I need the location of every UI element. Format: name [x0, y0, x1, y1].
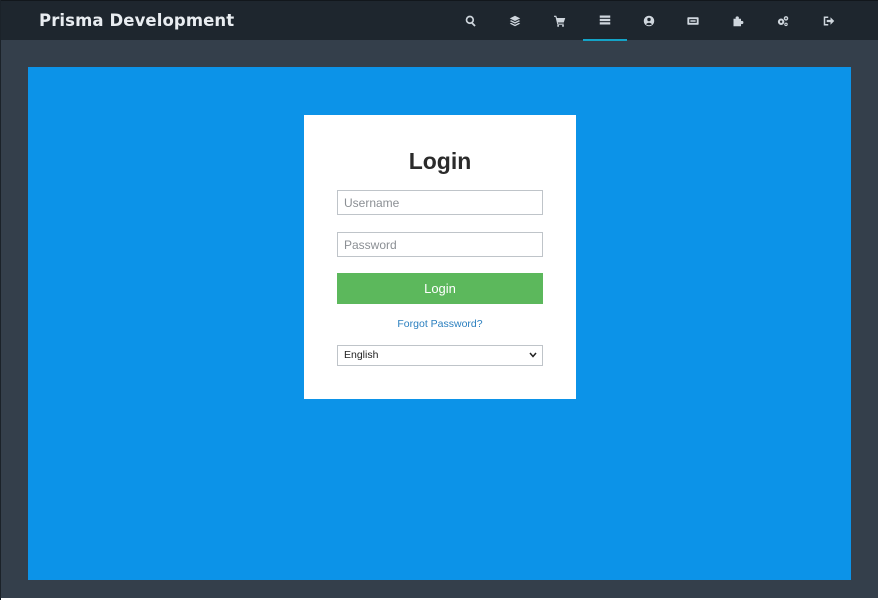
username-input[interactable]: [337, 190, 543, 215]
list-icon: [599, 15, 611, 25]
nav-logout[interactable]: [807, 1, 851, 41]
nav-tickets[interactable]: [671, 1, 715, 41]
nav-cart[interactable]: [538, 1, 582, 41]
gears-icon: [777, 16, 789, 27]
cart-icon: [554, 15, 566, 27]
nav-plugins[interactable]: [716, 1, 760, 41]
nav-list[interactable]: [583, 1, 627, 41]
puzzle-icon: [733, 16, 744, 27]
forgot-password-link[interactable]: Forgot Password?: [1, 318, 878, 330]
login-button[interactable]: Login: [337, 273, 543, 304]
language-select-value: English: [344, 349, 379, 361]
password-input[interactable]: [337, 232, 543, 257]
user-circle-icon: [643, 15, 655, 27]
nav-account[interactable]: [627, 1, 671, 41]
nav-settings[interactable]: [761, 1, 805, 41]
ticket-icon: [687, 17, 699, 25]
login-title: Login: [408, 148, 472, 174]
search-icon: [465, 15, 476, 27]
language-select[interactable]: English: [337, 345, 543, 366]
layers-icon: [509, 15, 521, 27]
top-navbar: Prisma Development: [1, 0, 878, 41]
nav-layers[interactable]: [493, 1, 537, 41]
brand-title[interactable]: Prisma Development: [39, 11, 234, 30]
sign-out-icon: [823, 16, 835, 26]
chevron-down-icon: [529, 352, 537, 358]
nav-search[interactable]: [449, 1, 493, 41]
app-window: Prisma Development Login Username Login …: [0, 0, 878, 600]
